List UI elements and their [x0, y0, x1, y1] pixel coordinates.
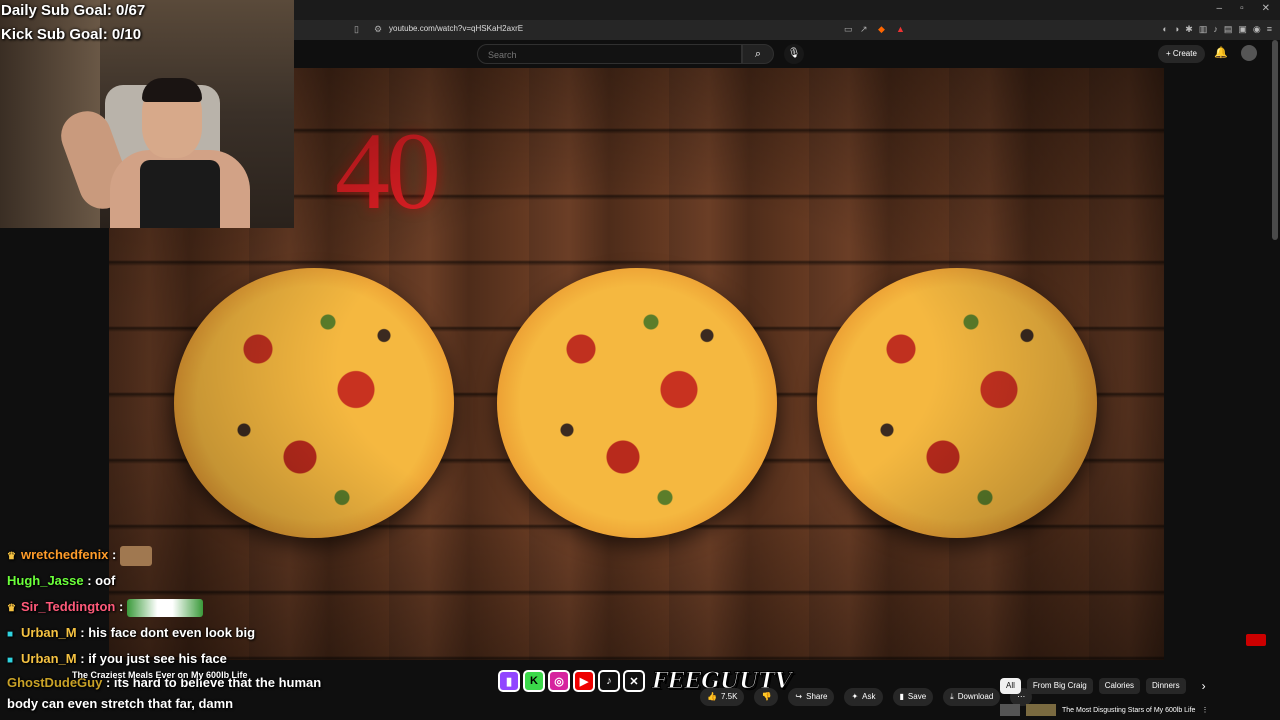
share-button[interactable]: ↪ Share	[788, 688, 835, 706]
thumbs-up-icon: 👍	[707, 692, 717, 701]
chat-message: ♛ Sir_Teddington :	[0, 594, 360, 620]
webcam-tank-top	[140, 160, 220, 228]
twitch-icon: ▮	[498, 670, 520, 692]
chip-calories[interactable]: Calories	[1098, 678, 1141, 694]
rewards-icon[interactable]: ▲	[896, 24, 905, 34]
download-button[interactable]: ⤓ Download	[943, 688, 1001, 706]
ask-label: Ask	[862, 692, 876, 701]
extension-toolbar: ◐ ◑ ✱ ▥ ♪ ▤ ▣ ◉ ≡	[1162, 24, 1272, 35]
share-label: Share	[806, 692, 828, 701]
more-vert-icon[interactable]: ⋮	[1201, 706, 1208, 714]
dislike-button[interactable]: 👎	[754, 688, 779, 706]
search-input[interactable]	[486, 49, 730, 61]
video-overlay-title: The Craziest Meals Ever on My 600lb Life	[72, 670, 248, 680]
related-thumbnail	[1000, 704, 1020, 716]
reading-list-icon[interactable]: ▤	[1224, 24, 1233, 35]
chat-message: ♛ wretchedfenix :	[0, 542, 360, 568]
chip-from-big-craig[interactable]: From Big Craig	[1026, 678, 1093, 694]
save-button[interactable]: ▮ Save	[892, 688, 934, 706]
ask-button[interactable]: ✦ Ask	[844, 688, 883, 706]
chat-username: Sir_Teddington	[21, 599, 116, 614]
vpn-icon[interactable]: ◉	[1253, 24, 1261, 35]
share-page-icon[interactable]: ↗	[860, 24, 868, 35]
url-field[interactable]: youtube.com/watch?v=qHSKaH2axrE	[389, 24, 523, 33]
wallet-icon[interactable]: ▣	[1238, 24, 1247, 35]
screen-share-icon[interactable]: ▭	[844, 24, 853, 35]
search-box	[477, 44, 742, 64]
thumbs-down-icon: 👎	[761, 692, 772, 701]
like-button[interactable]: 👍 7.5K	[700, 688, 745, 706]
microphone-icon: 🎙	[787, 48, 801, 59]
search-icon: ⌕	[754, 48, 762, 60]
trophy-icon: ♛	[7, 603, 16, 614]
browser-titlebar: – ▫ ✕	[294, 0, 1280, 20]
site-info-icon[interactable]: ⚙	[374, 24, 382, 35]
brave-shield-icon[interactable]: ◆	[878, 24, 885, 35]
puzzle-icon[interactable]: ✱	[1185, 24, 1193, 35]
secondary-column	[1164, 68, 1280, 660]
download-label: Download	[957, 692, 994, 701]
chat-username: Urban_M	[21, 651, 77, 666]
like-count: 7.5K	[720, 692, 738, 701]
tiktok-icon: ♪	[598, 670, 620, 692]
youtube-header: ⌕ 🎙 + Create 🔔	[294, 40, 1280, 68]
extension-icon[interactable]: ◑	[1174, 24, 1179, 35]
chat-text: his face dont even look big	[88, 625, 256, 640]
daily-sub-goal: Daily Sub Goal: 0/67	[1, 2, 146, 19]
eyes-emote-icon	[126, 598, 203, 617]
kick-icon: K	[523, 670, 545, 692]
create-button[interactable]: + Create	[1158, 45, 1205, 63]
avatar[interactable]	[1241, 45, 1257, 61]
related-filter-chips: All From Big Craig Calories Dinners ›	[1000, 678, 1206, 694]
bookmark-icon[interactable]: ▯	[354, 24, 359, 35]
chip-dinners[interactable]: Dinners	[1146, 678, 1186, 694]
restore-icon[interactable]: ▫	[1240, 3, 1244, 14]
emote-icon	[119, 545, 152, 566]
minimize-icon[interactable]: –	[1217, 3, 1223, 14]
youtube-icon: ▶	[573, 670, 595, 692]
trophy-icon: ♛	[7, 551, 16, 562]
subscribe-watermark[interactable]	[1246, 634, 1266, 646]
close-icon[interactable]: ✕	[1262, 3, 1270, 14]
chat-text: oof	[95, 573, 116, 588]
sidebar-icon[interactable]: ▥	[1199, 24, 1208, 35]
chat-message: ■ Urban_M : his face dont even look big	[0, 620, 360, 646]
x-icon: ✕	[623, 670, 645, 692]
share-icon: ↪	[795, 692, 803, 701]
chat-message: Hugh_Jasse : oof	[7, 573, 116, 588]
subscriber-badge-icon: ■	[7, 629, 14, 640]
chat-overlay: ♛ wretchedfenix : Hugh_Jasse : oof ♛ Sir_T…	[0, 542, 360, 714]
related-thumbnail-label	[1026, 704, 1056, 716]
chip-all[interactable]: All	[1000, 678, 1021, 694]
chat-username: Urban_M	[21, 625, 77, 640]
notifications-bell-icon[interactable]: 🔔	[1214, 46, 1228, 59]
webcam-hair	[142, 78, 202, 102]
subscriber-badge-icon: ■	[7, 655, 14, 666]
sparkle-icon: ✦	[851, 692, 859, 701]
save-label: Save	[907, 692, 927, 701]
page-scrollbar[interactable]	[1272, 40, 1278, 240]
download-icon: ⤓	[950, 692, 954, 701]
chevron-right-icon[interactable]: ›	[1202, 679, 1206, 693]
chat-username: Hugh_Jasse	[7, 573, 84, 588]
related-video-item[interactable]: The Most Disgusting Stars of My 600lb Li…	[1000, 704, 1208, 716]
address-bar-row: ▯ ⚙ youtube.com/watch?v=qHSKaH2axrE ▭ ↗ …	[294, 20, 1280, 40]
search-button[interactable]: ⌕	[742, 44, 774, 64]
create-label: Create	[1172, 49, 1197, 58]
menu-icon[interactable]: ≡	[1267, 24, 1272, 35]
voice-search-button[interactable]: 🎙	[784, 44, 804, 64]
video-actions: 👍 7.5K 👎 ↪ Share ✦ Ask ▮ Save ⤓ Download ⋯	[700, 688, 1033, 706]
extension-icon[interactable]: ◐	[1162, 24, 1167, 35]
window-controls: – ▫ ✕	[1217, 3, 1271, 14]
chat-text: if you just see his face	[88, 651, 227, 666]
instagram-icon: ◎	[548, 670, 570, 692]
related-video-title: The Most Disgusting Stars of My 600lb Li…	[1062, 706, 1196, 714]
kick-sub-goal: Kick Sub Goal: 0/10	[1, 26, 142, 43]
chat-message: ■ Urban_M : if you just see his face	[0, 646, 360, 672]
bookmark-icon: ▮	[899, 692, 904, 701]
music-icon[interactable]: ♪	[1213, 24, 1218, 35]
chat-username: wretchedfenix	[21, 547, 109, 562]
